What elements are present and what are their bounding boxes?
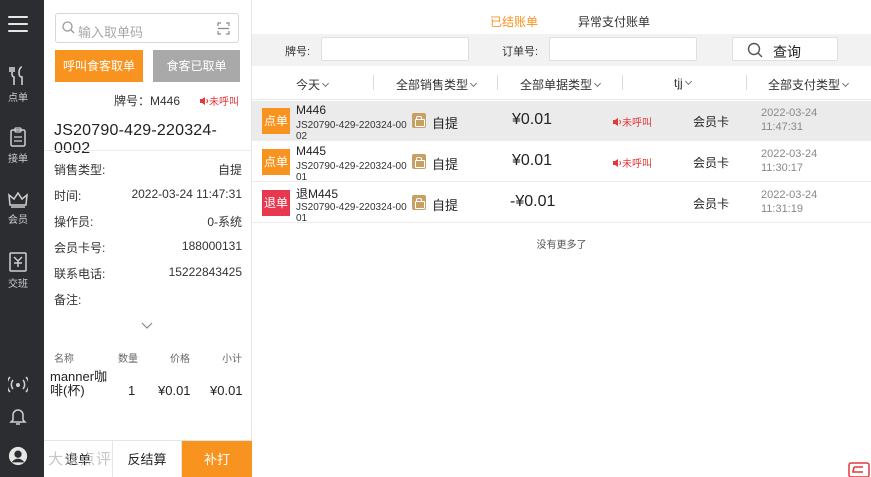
row-sale-type: 自提 bbox=[432, 198, 459, 213]
order-detail-panel: 输入取单码 呼叫食客取单 食客已取单 牌号：M446 未呼叫 JS20790-4… bbox=[44, 0, 252, 477]
sale-type-dropdown[interactable]: 全部销售类型 bbox=[396, 76, 478, 93]
call-customer-button[interactable]: 呼叫食客取单 bbox=[55, 50, 143, 82]
menu-icon[interactable] bbox=[8, 16, 28, 37]
chevron-down-icon[interactable] bbox=[141, 322, 153, 330]
order-filter-label: 订单号: bbox=[502, 46, 539, 58]
row-time: 2022-03-24 11:30:17 bbox=[761, 148, 818, 174]
call-status: 未呼叫 bbox=[199, 93, 239, 108]
item-price: ¥0.01 bbox=[158, 383, 191, 398]
row-amount: ¥0.01 bbox=[512, 111, 553, 128]
row-plate: 退M445 bbox=[296, 187, 339, 201]
order-badge: 点单 bbox=[262, 149, 290, 175]
row-sale-type: 自提 bbox=[432, 116, 459, 131]
speaker-icon bbox=[200, 97, 208, 105]
row-pay-type: 会员卡 bbox=[693, 197, 730, 211]
row-pay-type: 会员卡 bbox=[693, 156, 730, 170]
speaker-icon bbox=[613, 118, 621, 126]
watermark: 大众点评 bbox=[48, 451, 113, 468]
chevron-down-icon bbox=[469, 79, 478, 88]
bill-row[interactable]: 点单 M446 JS20790-429-220324-0002 自提 ¥0.01… bbox=[252, 101, 871, 142]
crown-icon bbox=[8, 192, 28, 208]
plate-filter-label: 牌号: bbox=[285, 46, 311, 58]
chevron-down-icon bbox=[321, 79, 330, 88]
unsettle-button[interactable]: 反结算 bbox=[113, 441, 182, 477]
order-badge: 点单 bbox=[262, 108, 290, 134]
row-call-status: 未呼叫 bbox=[612, 114, 652, 129]
row-plate: M445 bbox=[296, 144, 327, 158]
divider bbox=[44, 150, 252, 151]
row-time: 2022-03-24 11:31:19 bbox=[761, 189, 818, 215]
tabs: 已结账单 异常支付账单 bbox=[252, 0, 871, 34]
nav-item-accept[interactable]: 接单 bbox=[0, 127, 36, 165]
pickup-code-input[interactable]: 输入取单码 bbox=[55, 13, 239, 43]
nav-item-member[interactable]: 会员 bbox=[0, 192, 36, 226]
no-more-text: 没有更多了 bbox=[536, 240, 587, 251]
operator-dropdown[interactable]: tjj bbox=[674, 76, 692, 90]
row-time: 2022-03-24 11:47:31 bbox=[761, 107, 818, 133]
doc-type-dropdown[interactable]: 全部单据类型 bbox=[520, 76, 602, 93]
bag-icon bbox=[412, 154, 426, 169]
brand-logo-icon bbox=[848, 462, 870, 477]
fork-knife-icon bbox=[9, 66, 23, 85]
row-amount: ¥0.01 bbox=[512, 152, 553, 169]
refund-badge: 退单 bbox=[262, 190, 290, 216]
search-icon bbox=[62, 21, 75, 34]
cash-register-icon bbox=[9, 252, 27, 272]
nav-item-shift[interactable]: 交班 bbox=[0, 252, 36, 290]
nav-label: 交班 bbox=[8, 279, 28, 290]
speaker-icon bbox=[613, 159, 621, 167]
row-call-status: 未呼叫 bbox=[612, 155, 652, 170]
nav-label: 会员 bbox=[8, 215, 28, 226]
filter-dropdowns: 今天 全部销售类型 全部单据类型 tjj 全部支付类型 bbox=[252, 66, 871, 100]
scan-icon[interactable] bbox=[217, 22, 230, 35]
reprint-button[interactable]: 补打 bbox=[182, 441, 252, 477]
date-dropdown[interactable]: 今天 bbox=[296, 76, 330, 93]
plate-number: 牌号：M446 bbox=[114, 94, 181, 108]
query-button[interactable]: 查询 bbox=[732, 37, 838, 61]
bag-icon bbox=[412, 113, 426, 128]
chevron-down-icon bbox=[593, 79, 602, 88]
order-number: JS20790-429-220324-0002 bbox=[54, 122, 218, 157]
nav-label: 点单 bbox=[8, 93, 28, 104]
customer-picked-up-button[interactable]: 食客已取单 bbox=[153, 50, 240, 82]
chevron-down-icon bbox=[841, 79, 850, 88]
row-pay-type: 会员卡 bbox=[693, 115, 730, 129]
row-order-no: JS20790-429-220324-0001 bbox=[296, 202, 407, 224]
nav-item-order[interactable]: 点单 bbox=[0, 66, 36, 104]
row-sale-type: 自提 bbox=[432, 157, 459, 172]
row-order-no: JS20790-429-220324-0001 bbox=[296, 161, 407, 183]
bill-list-area: 已结账单 异常支付账单 牌号: 订单号: 查询 今天 全部销售类型 全部单据类型… bbox=[252, 0, 871, 477]
order-filter-input[interactable] bbox=[549, 37, 697, 61]
user-avatar-icon[interactable] bbox=[8, 445, 28, 467]
search-icon bbox=[747, 42, 763, 58]
tab-abnormal-payment[interactable]: 异常支付账单 bbox=[578, 13, 650, 30]
item-qty: 1 bbox=[128, 383, 136, 398]
filter-bar: 牌号: 订单号: 查询 bbox=[252, 34, 871, 66]
row-amount: -¥0.01 bbox=[510, 193, 556, 210]
row-order-no: JS20790-429-220324-0002 bbox=[296, 120, 407, 142]
chevron-down-icon bbox=[684, 77, 692, 86]
pay-type-dropdown[interactable]: 全部支付类型 bbox=[768, 76, 850, 93]
signal-icon[interactable] bbox=[8, 375, 28, 393]
tab-settled-bills[interactable]: 已结账单 bbox=[490, 13, 538, 30]
item-name: manner咖啡(杯) bbox=[50, 369, 108, 398]
bill-row[interactable]: 点单 M445 JS20790-429-220324-0001 自提 ¥0.01… bbox=[252, 142, 871, 183]
plate-filter-input[interactable] bbox=[321, 37, 469, 61]
row-plate: M446 bbox=[296, 103, 327, 117]
nav-label: 接单 bbox=[8, 154, 28, 165]
pickup-code-placeholder: 输入取单码 bbox=[78, 25, 144, 40]
clipboard-icon bbox=[10, 127, 26, 147]
bell-icon[interactable] bbox=[8, 406, 28, 426]
side-nav: 点单 接单 会员 交班 bbox=[0, 0, 44, 477]
bag-icon bbox=[412, 195, 426, 210]
bill-row[interactable]: 退单 退M445 JS20790-429-220324-0001 自提 -¥0.… bbox=[252, 183, 871, 224]
item-subtotal: ¥0.01 bbox=[210, 383, 243, 398]
